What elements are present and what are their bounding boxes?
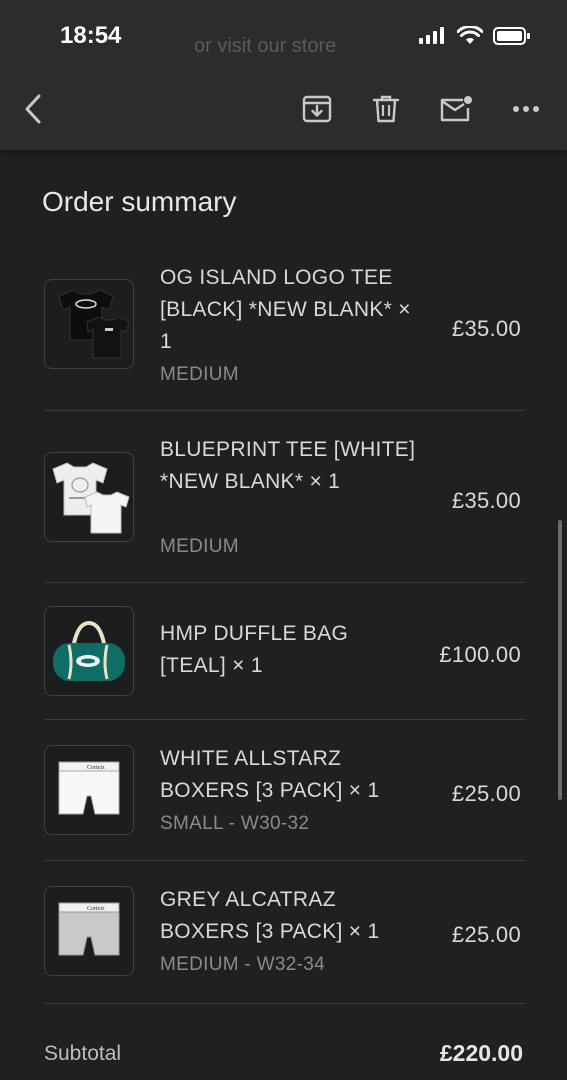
item-variant: SMALL - W30-32 bbox=[160, 813, 310, 834]
status-icons bbox=[419, 26, 531, 46]
order-item: Corteiz GREY ALCATRAZ BOXERS [3 PACK] × … bbox=[44, 860, 525, 1004]
white-boxers-image: Corteiz bbox=[58, 761, 120, 815]
item-price: £25.00 bbox=[451, 922, 521, 947]
product-image-og-island-tee bbox=[44, 279, 134, 369]
order-item: Corteiz WHITE ALLSTARZ BOXERS [3 PACK] ×… bbox=[44, 719, 525, 861]
item-name: BLUEPRINT TEE [WHITE] *NEW BLANK* × 1 bbox=[160, 438, 416, 493]
black-tshirt-image bbox=[58, 289, 130, 359]
archive-icon bbox=[302, 95, 332, 123]
item-name: WHITE ALLSTARZ BOXERS [3 PACK] × 1 bbox=[160, 747, 380, 802]
mark-unread-button[interactable] bbox=[439, 92, 473, 126]
item-name: OG ISLAND LOGO TEE [BLACK] *NEW BLANK* ×… bbox=[160, 266, 411, 353]
status-time: 18:54 bbox=[60, 22, 122, 49]
grey-boxers-image: Corteiz bbox=[58, 902, 120, 956]
order-item: HMP DUFFLE BAG [TEAL] × 1 £100.00 bbox=[44, 582, 525, 720]
scrollbar[interactable] bbox=[558, 520, 562, 800]
item-price: £35.00 bbox=[451, 316, 521, 341]
product-image-grey-boxers: Corteiz bbox=[44, 886, 134, 976]
order-summary-title: Order summary bbox=[42, 186, 237, 217]
subtotal-label: Subtotal bbox=[44, 1042, 122, 1065]
back-button[interactable] bbox=[16, 92, 50, 126]
wifi-icon bbox=[457, 26, 483, 44]
item-price: £100.00 bbox=[439, 642, 521, 667]
battery-icon bbox=[493, 27, 530, 45]
email-body: Order summary OG ISLAND LOGO TEE [BLACK]… bbox=[0, 150, 567, 1080]
item-name: HMP DUFFLE BAG [TEAL] × 1 bbox=[160, 622, 349, 677]
more-options-button[interactable] bbox=[509, 92, 543, 126]
archive-button[interactable] bbox=[300, 92, 334, 126]
cellular-signal-icon bbox=[419, 27, 444, 44]
delete-button[interactable] bbox=[369, 92, 403, 126]
item-price: £35.00 bbox=[451, 488, 521, 513]
white-tshirt-image bbox=[52, 462, 130, 534]
item-variant: MEDIUM bbox=[160, 364, 239, 385]
subtotal-value: £220.00 bbox=[439, 1040, 523, 1066]
item-variant: MEDIUM - W32-34 bbox=[160, 954, 325, 975]
scrolled-text-behind-toolbar: or visit our store bbox=[194, 35, 337, 57]
item-name: GREY ALCATRAZ BOXERS [3 PACK] × 1 bbox=[160, 888, 380, 943]
item-price: £25.00 bbox=[451, 781, 521, 806]
product-image-blueprint-tee bbox=[44, 452, 134, 542]
item-variant: MEDIUM bbox=[160, 536, 239, 557]
order-item: BLUEPRINT TEE [WHITE] *NEW BLANK* × 1 ME… bbox=[44, 410, 525, 583]
order-item: OG ISLAND LOGO TEE [BLACK] *NEW BLANK* ×… bbox=[44, 250, 525, 411]
top-toolbar: 18:54 or visit our store bbox=[0, 0, 567, 150]
more-horizontal-icon bbox=[513, 106, 539, 112]
teal-duffle-bag-image bbox=[53, 620, 125, 681]
svg-text:Corteiz: Corteiz bbox=[87, 765, 105, 771]
chevron-left-icon bbox=[25, 94, 41, 124]
product-image-white-boxers: Corteiz bbox=[44, 745, 134, 835]
mail-unread-icon bbox=[440, 96, 472, 122]
trash-icon bbox=[372, 95, 400, 123]
svg-text:Corteiz: Corteiz bbox=[87, 906, 105, 912]
product-image-duffle-bag bbox=[44, 606, 134, 696]
